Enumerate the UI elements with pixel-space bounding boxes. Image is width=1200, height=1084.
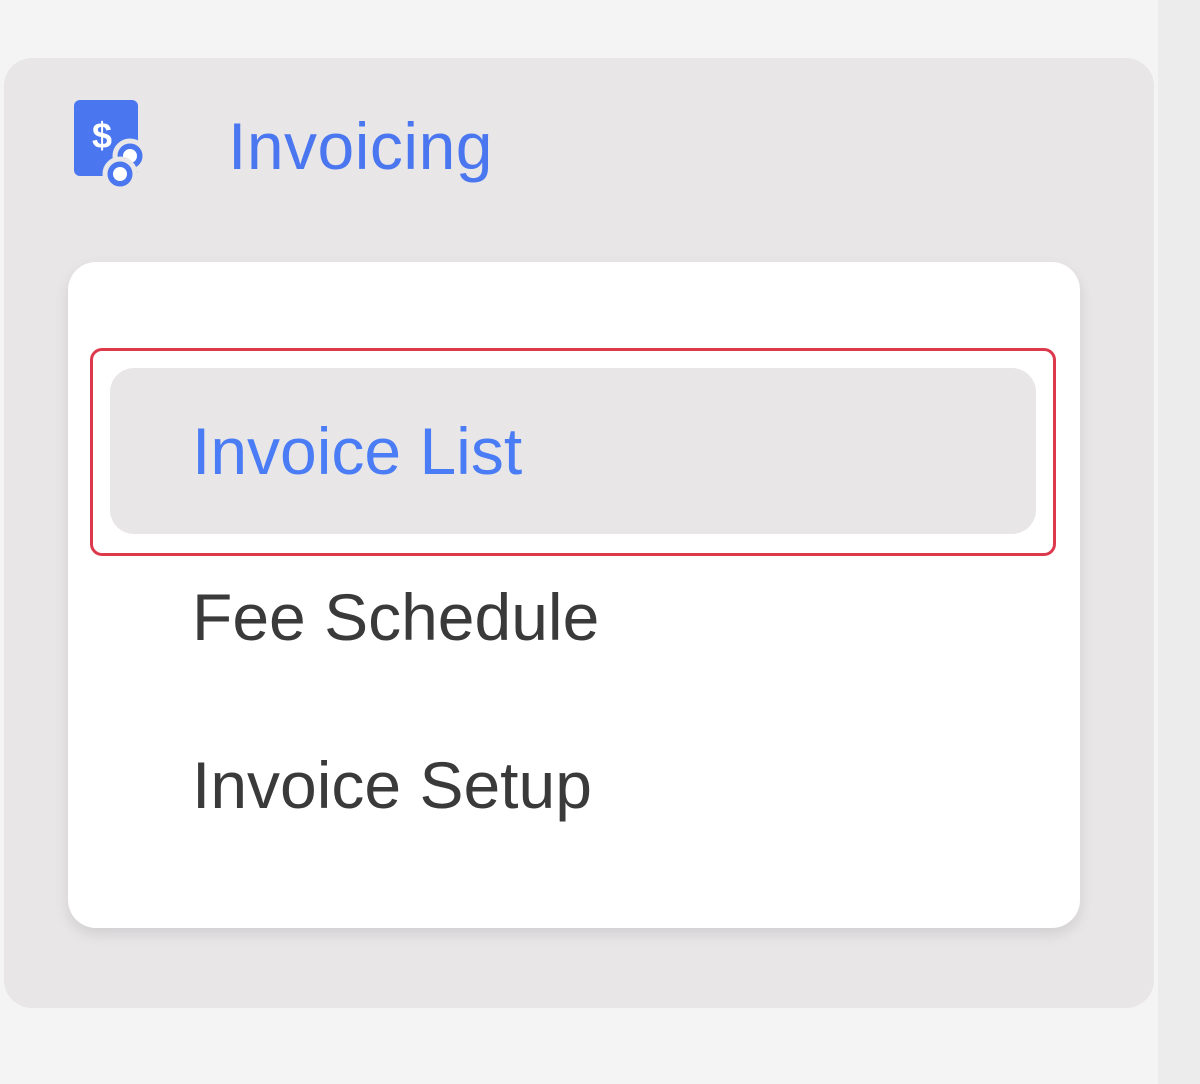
- invoice-dollar-coins-icon: $: [70, 98, 162, 192]
- submenu-item-label: Invoice Setup: [192, 748, 592, 822]
- content-edge: [1158, 0, 1200, 1084]
- svg-text:$: $: [92, 115, 112, 156]
- invoicing-submenu: Invoice List Fee Schedule Invoice Setup: [68, 262, 1080, 928]
- nav-group-title: Invoicing: [228, 109, 493, 183]
- submenu-item-fee-schedule[interactable]: Fee Schedule: [110, 534, 1036, 700]
- submenu-item-label: Fee Schedule: [192, 580, 600, 654]
- submenu-item-invoice-setup[interactable]: Invoice Setup: [110, 702, 1036, 868]
- submenu-item-label: Invoice List: [192, 414, 523, 488]
- submenu-item-invoice-list[interactable]: Invoice List: [110, 368, 1036, 534]
- nav-group-header-invoicing[interactable]: $ Invoicing: [4, 58, 1154, 238]
- sidebar-nav-group: $ Invoicing Invoice List Fee Schedule In…: [4, 58, 1154, 1008]
